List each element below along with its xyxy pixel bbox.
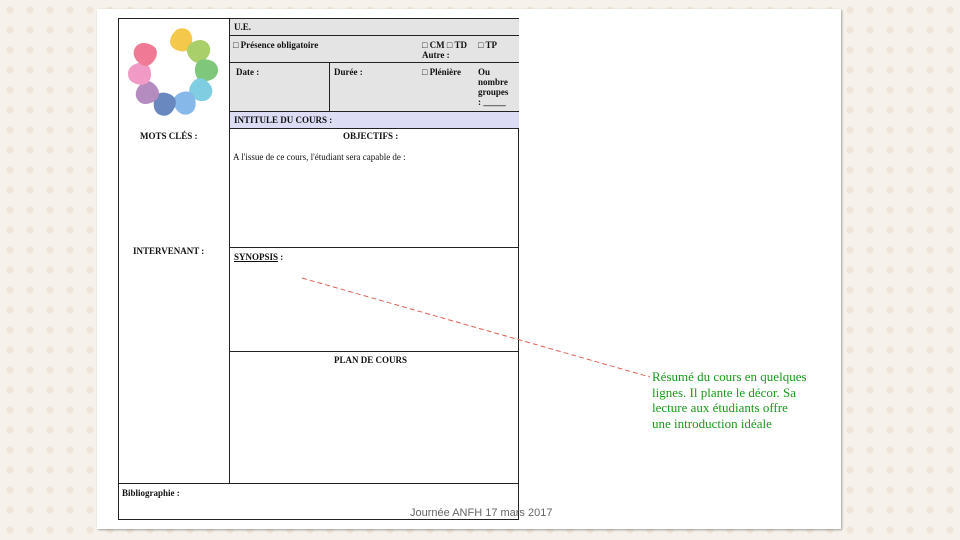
petal-3	[195, 59, 218, 82]
intitule-bottom-divider	[229, 128, 519, 129]
left-column-divider	[229, 18, 230, 484]
annotation-line-2: lignes. Il plante le décor. Sa	[652, 384, 797, 400]
duree-label: Durée :	[334, 67, 363, 77]
footer-text: Journée ANFH 17 mars 2017	[410, 507, 553, 519]
flower-logo	[128, 28, 218, 116]
intervenant-label: INTERVENANT :	[133, 246, 205, 256]
date-label: Date :	[236, 67, 260, 77]
autre-label: Autre :	[422, 50, 450, 60]
annotation-line-4: une introduction idéale	[652, 415, 772, 431]
objectifs-label: OBJECTIFS :	[343, 131, 399, 141]
groupes-line-3: groupes	[478, 87, 509, 97]
intitule-label: INTITULE DU COURS :	[234, 115, 333, 125]
presence-checkbox-label: □ Présence obligatoire	[233, 40, 319, 50]
annotation-line-1: Résumé du cours en quelques	[652, 369, 807, 384]
tp-checkbox-label: □ TP	[478, 40, 498, 50]
mots-cles-label: MOTS CLÉS :	[140, 131, 198, 141]
synopsis-bottom-divider	[229, 351, 519, 352]
objectifs-bottom-divider	[229, 247, 519, 248]
synopsis-label: SYNOPSIS :	[234, 252, 283, 262]
annotation-line-3: lecture aux étudiants offre	[652, 400, 788, 415]
bibliographie-divider	[118, 483, 519, 484]
bibliographie-label: Bibliographie :	[122, 488, 180, 498]
groupes-line-1: Ou	[478, 67, 491, 77]
groupes-line-2: nombre	[478, 77, 508, 87]
cm-td-checkbox-label: □ CM □ TD	[422, 40, 467, 50]
petal-9	[133, 42, 157, 66]
pleniere-checkbox-label: □ Plénière	[422, 67, 462, 77]
header-bottom-divider	[229, 111, 519, 112]
groupes-line-4: : _____	[478, 97, 506, 107]
synopsis-annotation: Résumé du cours en quelques lignes. Il p…	[652, 369, 842, 431]
date-divider	[229, 62, 519, 63]
plan-de-cours-label: PLAN DE COURS	[334, 355, 408, 365]
ue-divider	[229, 35, 519, 36]
petal-8	[128, 62, 151, 85]
synopsis-word: SYNOPSIS	[234, 252, 279, 262]
header-band	[230, 19, 519, 111]
synopsis-colon: :	[278, 252, 284, 262]
date-duree-divider	[329, 62, 330, 111]
ue-label: U.E.	[234, 22, 252, 32]
objectifs-text: A l'issue de ce cours, l'étudiant sera c…	[233, 152, 406, 162]
